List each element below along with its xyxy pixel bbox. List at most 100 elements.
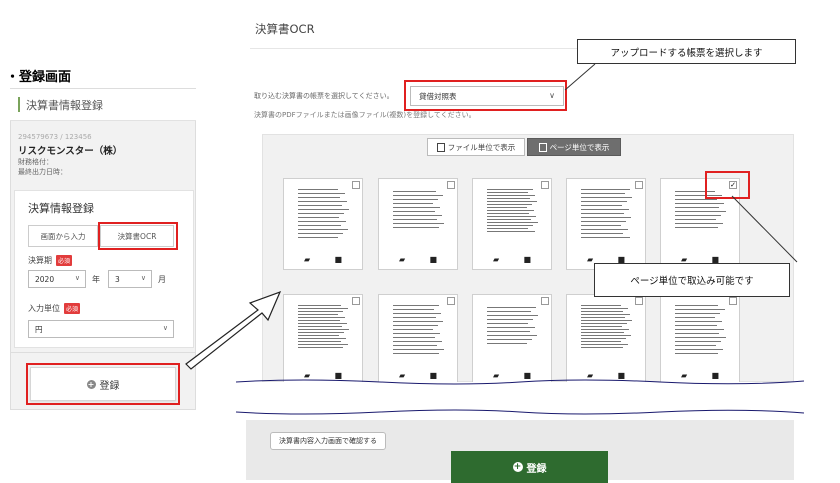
page-thumbnail[interactable]: ▰ ■ [283,178,363,270]
confirm-content-button[interactable]: 決算書内容入力画面で確認する [270,432,386,450]
card-title: 決算情報登録 [28,202,94,215]
page-checkbox[interactable] [352,297,360,305]
preview-line [675,313,720,314]
callout-page-import: ページ単位で取込み可能です [594,263,790,297]
preview-line [487,335,537,336]
trash-icon[interactable]: ■ [334,372,342,380]
page-checkbox[interactable] [447,181,455,189]
trash-icon[interactable]: ■ [711,372,719,380]
view-by-file-button[interactable]: ファイル単位で表示 [427,138,525,156]
trash-icon[interactable]: ■ [523,256,531,264]
page-thumbnail[interactable]: ▰ ■ [283,294,363,386]
trash-icon[interactable]: ■ [429,372,437,380]
page-thumbnail[interactable]: ▰ ■ [472,178,552,270]
company-name: リスクモンスター（株） [18,146,123,157]
preview-line [487,307,536,308]
page-thumbnail[interactable]: ▰ ■ [660,294,740,386]
view-by-page-button[interactable]: ページ単位で表示 [527,138,621,156]
panel-title: 決算書情報登録 [26,99,103,112]
highlight-page-checkbox [705,171,750,199]
preview-icon[interactable]: ▰ [304,256,310,264]
preview-icon[interactable]: ▰ [681,372,687,380]
page-checkbox[interactable] [635,181,643,189]
preview-line [487,339,532,340]
preview-icon[interactable]: ▰ [587,372,593,380]
trash-icon[interactable]: ■ [334,256,342,264]
preview-line [675,227,718,228]
page-thumbnail[interactable]: ▰ ■ [566,294,646,386]
preview-line [393,337,435,338]
callout-pointer-line [564,63,596,91]
trash-icon[interactable]: ■ [429,256,437,264]
preview-line [298,237,338,238]
unit-label: 入力単位 [28,304,60,313]
page-thumbnail[interactable]: ▰ ■ [472,294,552,386]
preview-line [298,193,345,194]
preview-line [487,216,536,217]
page-preview [575,299,639,367]
preview-line [581,344,628,345]
preview-line [581,201,627,202]
preview-line [675,345,716,346]
preview-line [675,309,725,310]
preview-line [393,223,444,224]
preview-line [675,207,719,208]
preview-line [393,341,442,342]
chevron-down-icon: ∨ [162,324,168,332]
page-checkbox[interactable] [541,297,549,305]
preview-line [298,197,340,198]
preview-line [675,219,716,220]
preview-icon[interactable]: ▰ [493,372,499,380]
preview-line [675,317,715,318]
preview-line [487,327,535,328]
page-preview [387,299,451,367]
preview-line [581,311,623,312]
preview-line [298,332,344,333]
page-thumbnail[interactable]: ▰ ■ [566,178,646,270]
month-select[interactable]: 3 ∨ [108,270,152,288]
preview-line [298,341,341,342]
preview-line [298,221,346,222]
preview-line [581,189,630,190]
instruction-select-doc: 取り込む決算書の帳票を選択してください。 [254,92,394,100]
page-checkbox[interactable] [729,297,737,305]
preview-line [581,347,623,348]
preview-line [393,309,434,310]
page-checkbox[interactable] [635,297,643,305]
preview-line [675,341,721,342]
page-checkbox[interactable] [447,297,455,305]
preview-line [393,207,440,208]
preview-line [393,195,443,196]
page-preview [669,299,733,367]
unit-select[interactable]: 円 ∨ [28,320,174,338]
page-checkbox[interactable] [541,181,549,189]
preview-icon[interactable]: ▰ [587,256,593,264]
preview-icon[interactable]: ▰ [399,372,405,380]
preview-line [487,207,527,208]
year-select[interactable]: 2020 ∨ [28,270,86,288]
preview-line [675,203,724,204]
page-thumbnail[interactable]: ▰ ■ [378,294,458,386]
preview-line [393,203,433,204]
header-accent-bar [18,97,20,112]
preview-line [675,215,721,216]
preview-icon[interactable]: ▰ [399,256,405,264]
preview-line [581,317,625,318]
trash-icon[interactable]: ■ [617,372,625,380]
trash-icon[interactable]: ■ [523,372,531,380]
view-by-file-label: ファイル単位で表示 [447,142,516,152]
preview-icon[interactable]: ▰ [493,256,499,264]
page-preview [292,183,356,251]
preview-line [581,323,627,324]
preview-icon[interactable]: ▰ [304,372,310,380]
tab-manual-input[interactable]: 画面から入力 [28,225,98,247]
page-checkbox[interactable] [352,181,360,189]
preview-line [581,217,631,218]
preview-line [298,338,346,339]
preview-line [487,231,535,232]
preview-line [298,189,338,190]
required-badge: 必須 [56,255,73,266]
preview-line [581,193,625,194]
page-thumbnail[interactable]: ▰ ■ [378,178,458,270]
ocr-register-button[interactable]: + 登録 [451,451,608,483]
